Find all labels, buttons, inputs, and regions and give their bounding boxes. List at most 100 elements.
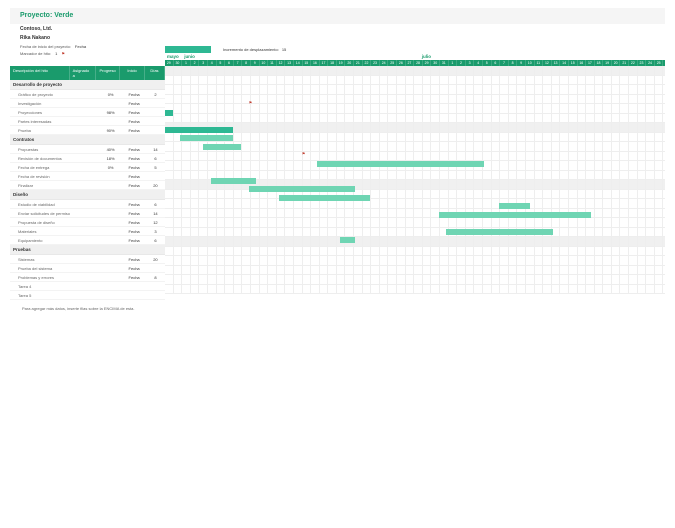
gantt-bar [211,178,257,184]
gantt-bar [499,203,529,209]
task-days: 3 [146,229,165,234]
gantt-bar [180,135,233,141]
legend-actual [165,46,211,53]
milestone-marker-value: 1 [55,51,57,56]
grid-task-row [165,114,665,124]
task-desc: Prueba del sistema [10,266,74,271]
grid-task-row [165,190,665,200]
grid-section-row [165,66,665,76]
grid-task-row [165,285,665,295]
task-desc: Estudio de viabilidad [10,202,74,207]
task-desc: Prueba [10,128,74,133]
task-days: 6 [146,202,165,207]
task-start: Fecha [122,202,146,207]
grid-section-row [165,237,665,247]
milestone-flag-icon: ⚑ [302,151,306,156]
task-desc: Equipamiento [10,238,74,243]
task-row: Prueba del sistema Fecha [10,264,165,273]
task-start: Fecha [122,238,146,243]
column-headers: Descripción del hito Asignado a Progreso… [10,66,165,80]
right-panel: Incremento de desplazamiento: 15 mayojun… [165,44,665,294]
task-row: Fecha de revisión Fecha [10,172,165,181]
col-assign: Asignado a [70,66,96,80]
task-row: Gráfico de proyecto0%Fecha2 [10,90,165,99]
task-progress: 0% [99,165,123,170]
grid-task-row [165,76,665,86]
task-days: 14 [146,147,165,152]
task-row: Partes interesadas Fecha [10,117,165,126]
milestone-marker-row: Marcador de hito: 1 ⚑ [20,51,165,56]
task-start: Fecha [122,266,146,271]
task-desc: Partes interesadas [10,119,74,124]
task-days: 6 [146,238,165,243]
task-desc: Revisión de documentos [10,156,74,161]
task-row: Propuestas40%Fecha14 [10,145,165,154]
task-desc: Materiales [10,229,74,234]
gantt-bar [446,229,552,235]
task-row: Tarea 5 [10,291,165,300]
task-days: 8 [146,275,165,280]
task-days: 6 [146,156,165,161]
section-header: Desarrollo de proyecto [10,80,165,90]
month-row: mayojuniojulio [165,53,665,60]
gantt-bar [279,195,370,201]
task-progress: 18% [99,156,123,161]
task-row: Prueba90%Fecha [10,126,165,135]
start-date-value: Fecha [75,44,86,49]
gantt-bar [439,212,591,218]
task-start: Fecha [122,220,146,225]
gantt-bar [203,144,241,150]
task-days: 5 [146,165,165,170]
task-start: Fecha [122,92,146,97]
task-desc: Finalizar [10,183,74,188]
task-row: Problemas y erroresFecha8 [10,273,165,282]
task-desc: Fecha de revisión [10,174,74,179]
month-label: julio [420,53,650,60]
task-start: Fecha [122,174,146,179]
task-start: Fecha [122,165,146,170]
legend-scroll-value: 15 [282,47,286,52]
task-row: Revisión de documentos 18%Fecha6 [10,154,165,163]
legend-box-actual [165,46,211,53]
project-title: Proyecto: Verde [20,12,659,19]
section-header: Contratos [10,135,165,145]
task-start: Fecha [122,156,146,161]
grid-task-row [165,104,665,114]
gantt-grid: ⚑⚑ [165,66,665,294]
company-name: Contoso, Ltd. [20,26,665,32]
task-desc: Propuesta de diseño [10,220,74,225]
grid-task-row [165,256,665,266]
task-start: Fecha [122,128,146,133]
task-desc: Investigación [10,101,74,106]
task-start: Fecha [122,211,146,216]
gantt-bar [317,161,484,167]
task-start: Fecha [122,183,146,188]
grid-task-row [165,133,665,143]
task-row: Propuesta de diseñoFecha12 [10,218,165,227]
grid-task-row [165,95,665,105]
task-start: Fecha [122,229,146,234]
task-row: Tarea 4 [10,282,165,291]
task-desc: Proyecciones [10,110,74,115]
grid-task-row [165,247,665,257]
gantt-bar [249,186,355,192]
task-start: Fecha [122,119,146,124]
gantt-bar [340,237,355,243]
milestone-marker-label: Marcador de hito: [20,51,51,56]
header: Proyecto: Verde [10,8,665,24]
task-days: 20 [146,257,165,262]
grid-task-row [165,275,665,285]
task-row: Estudio de viabilidad Fecha6 [10,200,165,209]
grid-task-row [165,199,665,209]
task-desc: Propuestas [10,147,74,152]
col-days: Días [145,66,165,80]
task-start: Fecha [122,275,146,280]
task-desc: Fecha de entrega [10,165,74,170]
task-progress: 98% [99,110,123,115]
left-panel: Fecha de inicio del proyecto: Fecha Marc… [10,44,165,300]
col-progress: Progreso [96,66,121,80]
task-row: Proyecciones98%Fecha [10,108,165,117]
task-row: Materiales Fecha3 [10,227,165,236]
task-row: Fecha de entrega 0%Fecha5 [10,163,165,172]
legend-scroll: Incremento de desplazamiento: 15 [223,47,286,52]
